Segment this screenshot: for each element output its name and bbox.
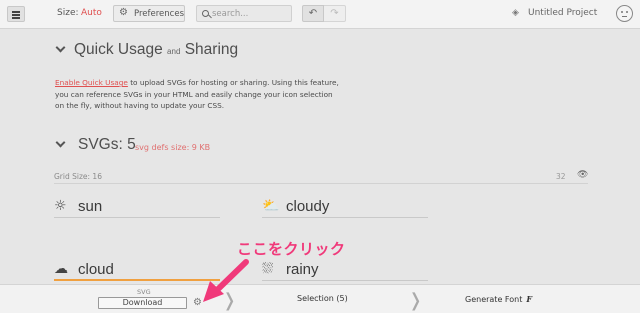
search-box[interactable] bbox=[196, 5, 292, 22]
selection-button[interactable]: Selection (5) bbox=[297, 294, 348, 303]
format-label: SVG bbox=[137, 288, 151, 296]
svgs-title: SVGs: 5 bbox=[78, 136, 136, 153]
gear-icon: ⚙ bbox=[119, 7, 128, 18]
bottom-bar: SVG Download ⚙ ❭ Selection (5) ❭ Generat… bbox=[0, 284, 640, 313]
search-icon bbox=[202, 10, 209, 17]
grid-size-value: 32 bbox=[556, 172, 566, 181]
chevron-down-icon[interactable] bbox=[55, 42, 66, 53]
download-button[interactable]: Download bbox=[98, 297, 187, 309]
cloudy-icon: ⛅ bbox=[262, 198, 280, 214]
annotation-text: ここをクリック bbox=[237, 240, 346, 258]
undo-icon: ↶ bbox=[308, 8, 318, 19]
size-value-selector[interactable]: Auto bbox=[81, 8, 102, 18]
top-toolbar: Size: Auto ⚙ Preferences ↶ ↷ ◈ Untitled … bbox=[0, 0, 640, 29]
chevron-right-icon: ❭ bbox=[408, 290, 424, 311]
preferences-label: Preferences bbox=[134, 9, 184, 19]
user-avatar[interactable] bbox=[616, 5, 633, 22]
hamburger-menu-button[interactable] bbox=[7, 6, 25, 22]
layers-icon: ◈ bbox=[512, 8, 519, 18]
glyph-item[interactable]: ☼ sun bbox=[54, 198, 220, 218]
enable-quick-usage-link[interactable]: Enable Quick Usage bbox=[55, 78, 128, 87]
glyph-item[interactable]: ⛆ rainy bbox=[262, 261, 428, 281]
undo-button[interactable]: ↶ bbox=[302, 5, 324, 22]
redo-button[interactable]: ↷ bbox=[324, 5, 346, 22]
project-name[interactable]: Untitled Project bbox=[528, 8, 597, 18]
sun-icon: ☼ bbox=[54, 198, 67, 214]
size-label: Size: bbox=[57, 8, 79, 18]
redo-icon: ↷ bbox=[330, 8, 339, 19]
chevron-right-icon: ❭ bbox=[222, 290, 238, 311]
gear-icon[interactable]: ⚙ bbox=[193, 297, 202, 308]
glyph-item[interactable]: ⛅ cloudy bbox=[262, 198, 428, 218]
rainy-icon: ⛆ bbox=[262, 261, 274, 277]
glyph-item[interactable]: ☁ cloud bbox=[54, 261, 220, 281]
search-input[interactable] bbox=[212, 8, 290, 20]
quick-usage-title: Quick Usage and Sharing bbox=[74, 41, 239, 58]
cloud-icon: ☁ bbox=[54, 261, 68, 277]
svg-defs-size: svg defs size: 9 KB bbox=[135, 143, 211, 152]
quick-usage-description: Enable Quick Usage to upload SVGs for ho… bbox=[55, 78, 339, 110]
grid-size-label: Grid Size: 16 bbox=[54, 172, 102, 181]
generate-font-button[interactable]: Generate Font F bbox=[465, 294, 532, 304]
font-icon: F bbox=[526, 294, 533, 304]
chevron-down-icon[interactable] bbox=[55, 137, 66, 148]
grid-size-bar[interactable]: Grid Size: 16 32 👁 bbox=[54, 170, 588, 184]
preferences-button[interactable]: ⚙ Preferences bbox=[113, 5, 185, 22]
eye-icon[interactable]: 👁 bbox=[577, 170, 588, 180]
